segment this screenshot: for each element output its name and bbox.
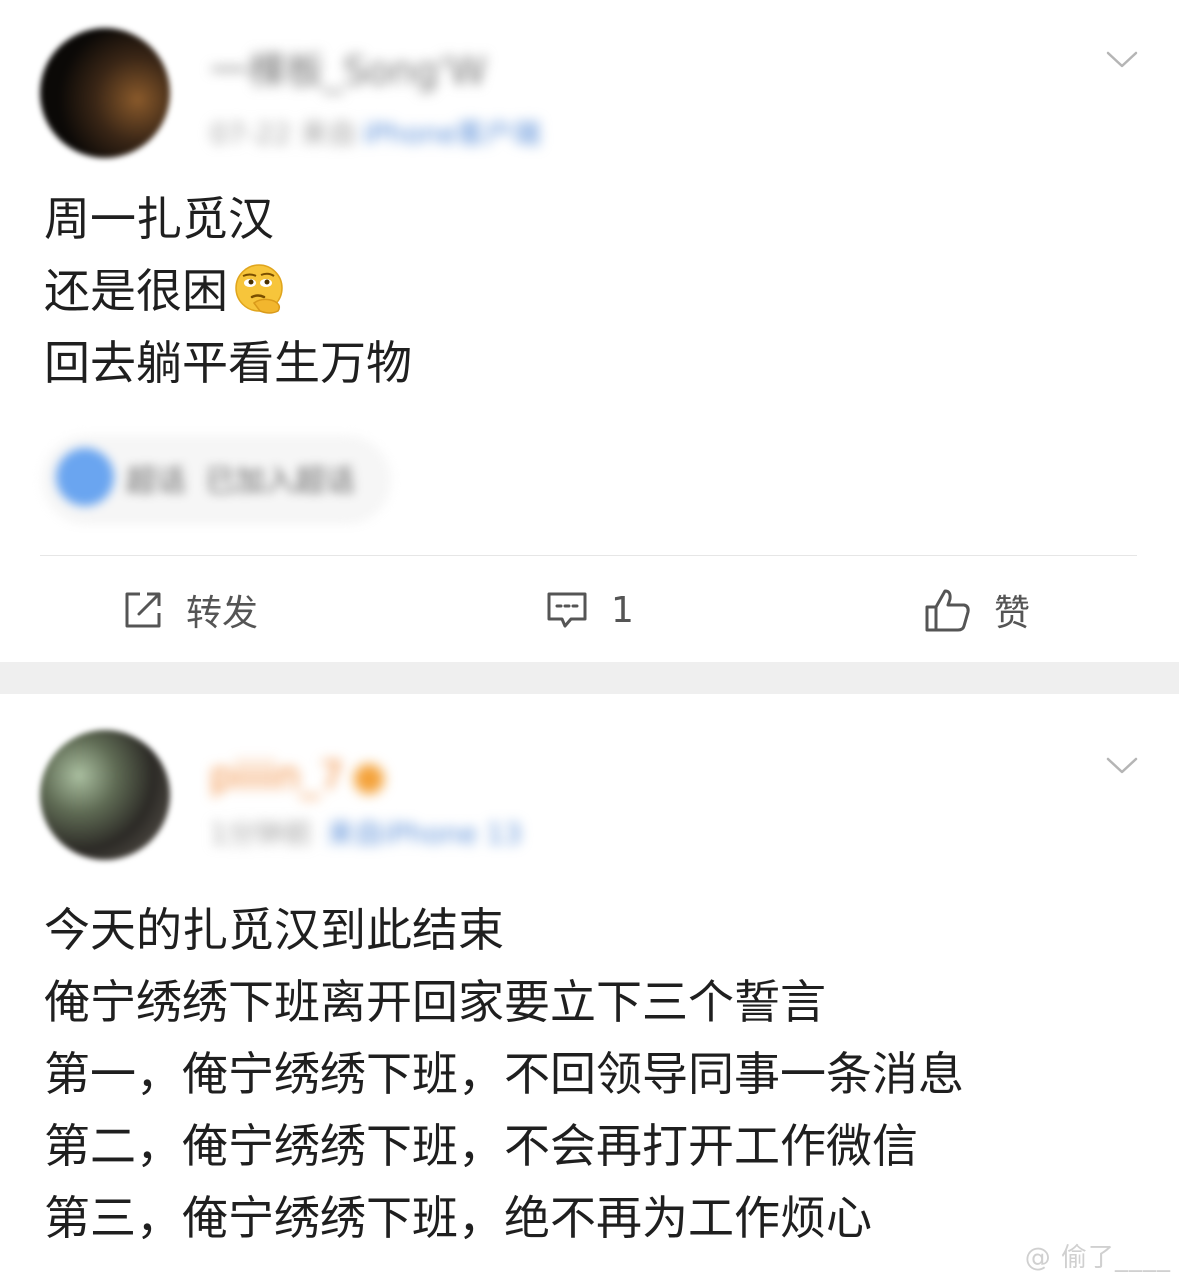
username[interactable]: 一棵板_Song'W (210, 40, 487, 95)
username-text: piiiin_7 (210, 754, 344, 798)
post-text: 周一扎觅汉 还是很困 回去躺平看生万物 (44, 183, 412, 399)
comment-icon (547, 592, 587, 628)
vip-badge-icon (353, 763, 384, 794)
supertopic-name: 超话 (126, 464, 186, 499)
thumbs-up-icon (925, 589, 970, 632)
post-line-text: 还是很困 (44, 264, 228, 318)
like-button[interactable]: 赞 (924, 580, 1030, 640)
post-separator (0, 662, 1179, 694)
chevron-down-icon[interactable] (1105, 748, 1139, 782)
like-label: 赞 (994, 593, 1031, 634)
post-line: 还是很困 (44, 255, 412, 327)
post-source[interactable]: iPhone客户端 (362, 117, 541, 150)
chevron-down-icon[interactable] (1105, 42, 1139, 76)
feed-post-1: 一棵板_Song'W 07-22 来自 iPhone客户端 周一扎觅汉 还是很困 … (0, 0, 1179, 662)
comment-button[interactable]: 1 (545, 580, 634, 640)
avatar[interactable] (40, 28, 170, 158)
supertopic-info: 已加入超话 (205, 464, 356, 499)
avatar[interactable] (40, 730, 170, 860)
post-line: 今天的扎觅汉到此结束 (44, 903, 504, 957)
share-icon (125, 592, 161, 628)
post-line: 回去躺平看生万物 (44, 336, 412, 390)
watermark: @ 偷了____ (1024, 1243, 1171, 1273)
username[interactable]: piiiin_7 (210, 754, 384, 798)
thinking-face-emoji-icon (235, 264, 283, 314)
post-line: 第三，俺宁绣绣下班，绝不再为工作烦心 (44, 1191, 872, 1245)
post-time: 1分钟前 (210, 817, 312, 850)
feed-post-2: piiiin_7 1分钟前 来自iPhone 13 今天的扎觅汉到此结束 俺宁绣… (0, 694, 1179, 1288)
post-text: 今天的扎觅汉到此结束 俺宁绣绣下班离开回家要立下三个誓言 第一，俺宁绣绣下班，不… (44, 894, 964, 1254)
post-line: 周一扎觅汉 (44, 192, 274, 246)
post-line: 第一，俺宁绣绣下班，不回领导同事一条消息 (44, 1047, 964, 1101)
repost-button[interactable]: 转发 (122, 580, 258, 640)
post-line: 俺宁绣绣下班离开回家要立下三个誓言 (44, 975, 826, 1029)
post-source[interactable]: 来自iPhone 13 (327, 817, 522, 850)
post-meta: 07-22 来自 iPhone客户端 (210, 112, 541, 152)
comment-count: 1 (611, 589, 634, 631)
repost-label: 转发 (186, 593, 259, 634)
supertopic-icon (56, 448, 114, 506)
post-meta: 1分钟前 来自iPhone 13 (210, 812, 522, 852)
post-time: 07-22 来自 (210, 117, 357, 150)
divider (40, 555, 1137, 556)
post-line: 第二，俺宁绣绣下班，不会再打开工作微信 (44, 1119, 918, 1173)
supertopic-pill[interactable]: 超话 已加入超话 (44, 436, 389, 520)
